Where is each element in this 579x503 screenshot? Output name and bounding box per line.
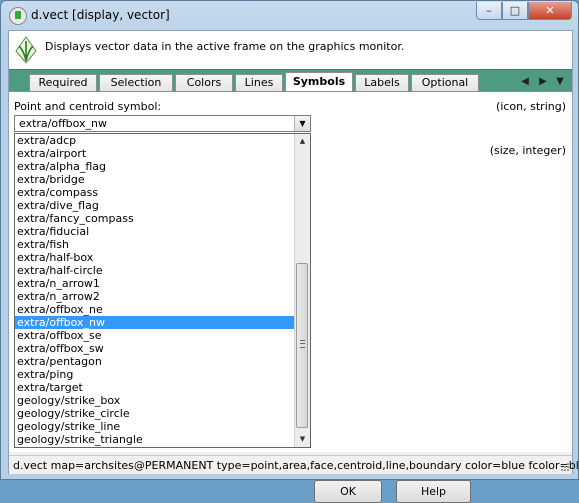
- status-bar: d.vect map=archsites@PERMANENT type=poin…: [9, 455, 579, 474]
- size-field-type: (size, integer): [489, 144, 566, 157]
- maximize-button[interactable]: □: [502, 2, 528, 20]
- grass-app-icon: [9, 7, 27, 25]
- ok-button[interactable]: OK: [314, 480, 382, 503]
- symbol-field-type: (icon, string): [496, 100, 566, 113]
- dialog-client: Displays vector data in the active frame…: [8, 30, 579, 503]
- dropdown-option[interactable]: extra/n_arrow1: [15, 277, 295, 290]
- scroll-down-icon[interactable]: ▼: [295, 432, 310, 447]
- dropdown-option[interactable]: extra/compass: [15, 186, 295, 199]
- module-description: Displays vector data in the active frame…: [45, 40, 405, 53]
- module-info: Displays vector data in the active frame…: [9, 31, 572, 69]
- dropdown-option[interactable]: extra/dive_flag: [15, 199, 295, 212]
- dropdown-option[interactable]: extra/alpha_flag: [15, 160, 295, 173]
- tab-prev-icon[interactable]: ◀: [519, 75, 531, 89]
- dropdown-option[interactable]: extra/pentagon: [15, 355, 295, 368]
- title-bar[interactable]: d.vect [display, vector] – □ ✕: [1, 1, 578, 29]
- tab-selection[interactable]: Selection: [99, 74, 173, 91]
- dropdown-option[interactable]: extra/offbox_ne: [15, 303, 295, 316]
- dropdown-option[interactable]: extra/offbox_nw: [15, 316, 295, 329]
- tab-required[interactable]: Required: [29, 74, 97, 91]
- dropdown-option[interactable]: extra/offbox_se: [15, 329, 295, 342]
- tab-strip: Required Selection Colors Lines Symbols …: [9, 69, 572, 92]
- symbol-combobox[interactable]: extra/offbox_nw ▼: [14, 115, 311, 132]
- tab-next-icon[interactable]: ▶: [537, 75, 549, 89]
- grass-module-icon: [15, 36, 37, 64]
- scrollbar-thumb[interactable]: [296, 263, 308, 428]
- tab-colors[interactable]: Colors: [175, 74, 233, 91]
- tab-labels[interactable]: Labels: [355, 74, 409, 91]
- tab-lines[interactable]: Lines: [235, 74, 283, 91]
- help-button[interactable]: Help: [396, 480, 471, 503]
- dropdown-option[interactable]: extra/n_arrow2: [15, 290, 295, 303]
- window-controls: – □ ✕: [476, 2, 572, 20]
- dropdown-option[interactable]: geology/strike_line: [15, 420, 295, 433]
- command-preview: d.vect map=archsites@PERMANENT type=poin…: [13, 459, 579, 472]
- dropdown-option[interactable]: extra/target: [15, 381, 295, 394]
- tab-symbols[interactable]: Symbols: [285, 72, 353, 92]
- window-title: d.vect [display, vector]: [31, 8, 170, 22]
- scroll-up-icon[interactable]: ▲: [295, 134, 310, 149]
- symbol-field-label: Point and centroid symbol:: [14, 100, 162, 113]
- dropdown-option[interactable]: extra/fancy_compass: [15, 212, 295, 225]
- dropdown-option[interactable]: geology/strike_box: [15, 394, 295, 407]
- dropdown-option[interactable]: extra/fiducial: [15, 225, 295, 238]
- close-button[interactable]: ✕: [528, 2, 572, 20]
- minimize-button[interactable]: –: [476, 2, 502, 20]
- dropdown-option[interactable]: extra/half-box: [15, 251, 295, 264]
- dropdown-option[interactable]: extra/fish: [15, 238, 295, 251]
- symbols-panel: Point and centroid symbol: (icon, string…: [9, 91, 572, 503]
- dialog-window: d.vect [display, vector] – □ ✕ Displays …: [0, 0, 579, 503]
- resize-grip-icon[interactable]: [560, 462, 570, 472]
- symbol-combobox-value: extra/offbox_nw: [19, 117, 108, 130]
- dropdown-option[interactable]: geology/strike_triangle: [15, 433, 295, 446]
- dropdown-options: extra/adcp extra/airport extra/alpha_flag e…: [15, 134, 295, 446]
- symbol-dropdown-list[interactable]: extra/adcp extra/airport extra/alpha_flag e…: [14, 133, 311, 448]
- dropdown-option[interactable]: extra/bridge: [15, 173, 295, 186]
- dropdown-option[interactable]: extra/offbox_sw: [15, 342, 295, 355]
- dropdown-option[interactable]: extra/ping: [15, 368, 295, 381]
- tab-list-icon[interactable]: ▼: [554, 75, 566, 89]
- dropdown-scrollbar[interactable]: ▲ ▼: [294, 134, 310, 447]
- tab-optional[interactable]: Optional: [411, 74, 479, 91]
- chevron-down-icon[interactable]: ▼: [294, 116, 310, 131]
- dropdown-option[interactable]: extra/adcp: [15, 134, 295, 147]
- scroll-grip-icon: [300, 340, 305, 348]
- dropdown-option[interactable]: geology/strike_circle: [15, 407, 295, 420]
- dropdown-option[interactable]: extra/half-circle: [15, 264, 295, 277]
- dropdown-option[interactable]: extra/airport: [15, 147, 295, 160]
